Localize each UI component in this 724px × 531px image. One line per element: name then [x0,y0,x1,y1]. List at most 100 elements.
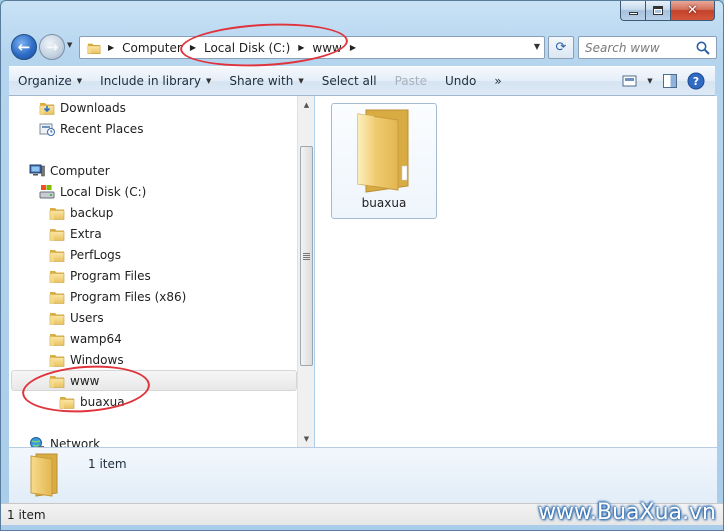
folder-icon [357,109,409,193]
nav-item-label: Windows [70,352,124,367]
computer-icon [29,164,45,176]
nav-item-recent-places[interactable]: Recent Places [39,118,143,139]
address-bar[interactable]: ▶ Computer ▶ Local Disk (C:) ▶ www ▶ ▼ [79,36,545,59]
toolbar-right: ▼ ? [617,70,715,92]
chevron-down-icon: ▼ [647,77,653,85]
search-input[interactable] [585,40,693,55]
crumb-separator-icon[interactable]: ▶ [293,43,309,52]
folder-icon [49,331,65,347]
nav-item-label: Program Files (x86) [70,289,187,304]
refresh-button[interactable]: ⟳ [548,36,574,59]
svg-text:?: ? [693,75,699,88]
downloads-folder-icon [39,100,55,116]
nav-item-label: Users [70,310,104,325]
back-button[interactable]: ← [11,34,37,60]
search-box [578,36,717,59]
folder-icon [49,247,65,263]
folder-item-label: buaxua [361,196,407,210]
network-icon [30,436,44,447]
nav-item-network[interactable]: Network [29,433,100,447]
nav-item-users[interactable]: Users [49,307,104,328]
folder-icon [49,205,65,221]
undo-button[interactable]: Undo [436,69,485,93]
file-list: buaxua [315,96,717,447]
scroll-down-arrow-icon[interactable]: ▼ [298,430,315,447]
share-with-label: Share with [229,74,294,88]
folder-icon [49,268,65,284]
folder-icon [49,352,65,368]
nav-item-label: backup [70,205,114,220]
crumb-separator-icon[interactable]: ▶ [185,43,201,52]
nav-item-label: Downloads [60,100,126,115]
recent-pages-dropdown[interactable]: ▼ [67,41,75,51]
nav-item-label: www [70,373,100,388]
folder-icon [49,310,65,326]
details-pane: 1 item [9,447,717,503]
nav-item-label: Extra [70,226,102,241]
change-view-button[interactable] [617,70,643,92]
scroll-up-arrow-icon[interactable]: ▲ [298,96,315,113]
scrollbar-thumb[interactable] [300,146,313,366]
nav-item-wamp64[interactable]: wamp64 [49,328,122,349]
minimize-icon [628,12,638,15]
refresh-icon: ⟳ [555,40,567,55]
forward-button[interactable]: → [39,34,65,60]
paste-button[interactable]: Paste [386,69,436,93]
help-icon: ? [687,72,705,90]
more-commands-button[interactable]: » [485,69,510,93]
help-button[interactable]: ? [683,70,709,92]
folder-icon [30,453,58,497]
nav-item-backup[interactable]: backup [49,202,113,223]
chevron-down-icon: ▼ [206,77,212,85]
folder-icon [59,394,75,410]
nav-item-buaxua[interactable]: buaxua [59,391,125,412]
command-bar: Organize ▼ Include in library ▼ Share with… [9,66,715,96]
close-button[interactable]: ✕ [671,1,715,21]
back-arrow-icon: ← [17,38,31,56]
breadcrumb-local-disk[interactable]: Local Disk (C:) [201,37,293,58]
nav-item-local-disk[interactable]: Local Disk (C:) [39,181,146,202]
preview-pane-icon [663,74,677,88]
maximize-icon [653,6,663,15]
select-all-label: Select all [321,74,377,88]
folder-icon [49,289,65,305]
crumb-separator-icon[interactable]: ▶ [345,43,361,52]
nav-item-label: Recent Places [60,121,144,136]
include-in-library-button[interactable]: Include in library ▼ [91,69,220,93]
undo-label: Undo [444,74,477,88]
nav-item-perflogs[interactable]: PerfLogs [49,244,121,265]
nav-item-program-files-x86[interactable]: Program Files (x86) [49,286,186,307]
folder-icon [49,226,65,242]
organize-button[interactable]: Organize ▼ [9,69,91,93]
nav-item-extra[interactable]: Extra [49,223,102,244]
folder-item-buaxua[interactable]: buaxua [331,103,437,219]
search-icon[interactable] [695,40,711,56]
address-dropdown[interactable]: ▼ [534,42,540,51]
crumb-separator-icon[interactable]: ▶ [103,43,119,52]
folder-icon [49,373,65,389]
nav-item-computer[interactable]: Computer [29,160,110,181]
details-item-count: 1 item [88,457,127,471]
nav-item-downloads[interactable]: Downloads [39,97,126,118]
maximize-button[interactable] [646,1,671,21]
nav-item-program-files[interactable]: Program Files [49,265,151,286]
breadcrumb-computer[interactable]: Computer [119,37,185,58]
breadcrumb-www[interactable]: www [309,37,344,58]
minimize-button[interactable] [620,1,646,21]
chevron-down-icon: ▼ [76,77,83,85]
view-dropdown[interactable]: ▼ [643,70,657,92]
nav-item-label: PerfLogs [70,247,122,262]
nav-item-windows[interactable]: Windows [49,349,124,370]
nav-pane-scrollbar[interactable]: ▲ ▼ [297,96,314,447]
view-icon [622,75,637,87]
share-with-button[interactable]: Share with ▼ [220,69,312,93]
nav-item-label: Local Disk (C:) [60,184,147,199]
select-all-button[interactable]: Select all [313,69,386,93]
nav-item-www[interactable]: www [11,370,297,391]
more-label: » [494,74,502,88]
grip-icon [303,252,310,260]
status-text: 1 item [7,508,46,522]
organize-label: Organize [18,74,72,88]
preview-pane-button[interactable] [657,70,683,92]
forward-arrow-icon: → [45,38,59,56]
